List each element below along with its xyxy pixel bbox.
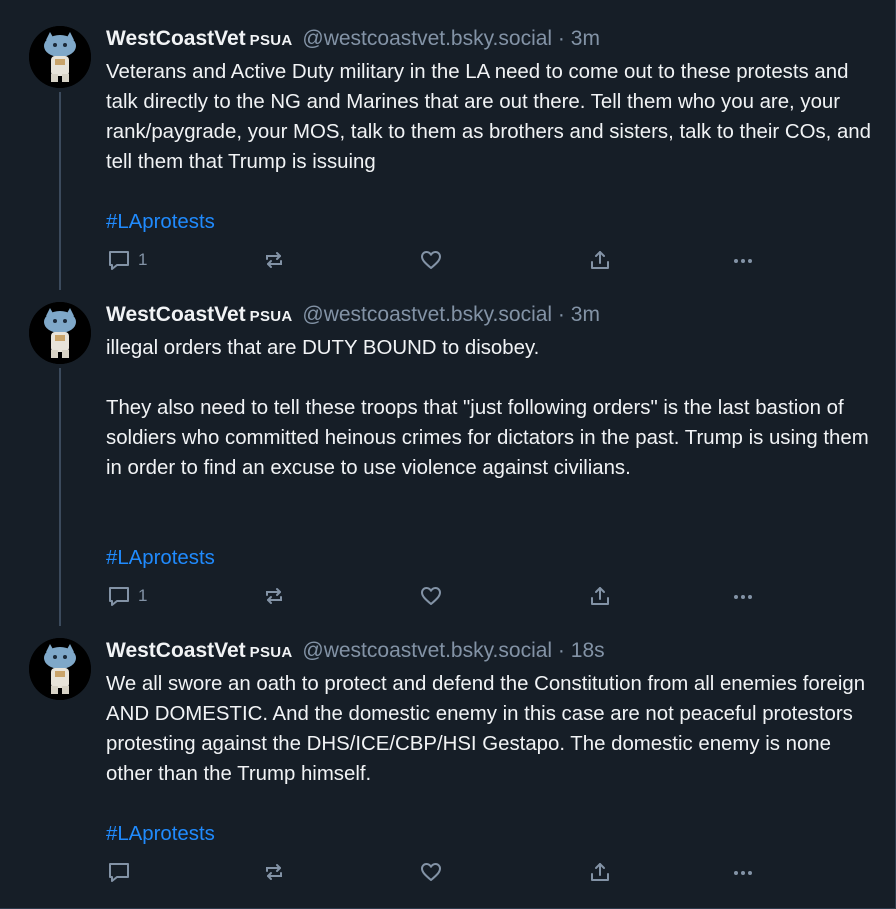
reply-button[interactable]: 1 (106, 583, 147, 609)
hashtag-link[interactable]: #LAprotests (106, 207, 215, 237)
reply-count: 1 (138, 586, 148, 605)
share-upload-icon (591, 863, 609, 881)
like-button[interactable] (418, 859, 444, 885)
reply-count: 1 (138, 250, 148, 269)
author-name[interactable]: WestCoastVet (106, 639, 246, 662)
author-badge: PSUA (249, 644, 293, 661)
action-bar: 1 (106, 247, 766, 273)
like-button[interactable] (418, 247, 444, 273)
author-badge: PSUA (249, 308, 293, 325)
more-button[interactable] (730, 859, 756, 885)
reply-bubble-icon (109, 251, 129, 270)
share-upload-icon (591, 251, 609, 269)
repost-arrows-icon (266, 864, 282, 880)
separator: · (557, 27, 565, 50)
avatar-image (29, 302, 91, 364)
action-bar: 1 (106, 583, 766, 609)
post-time[interactable]: 3m (571, 27, 600, 50)
more-dots-icon (734, 595, 752, 599)
reply-button[interactable] (106, 859, 138, 885)
repost-arrows-icon (266, 588, 282, 604)
thread-line (59, 92, 61, 290)
post-paragraph: Veterans and Active Duty military in the… (106, 61, 871, 173)
post-text: Veterans and Active Duty military in the… (106, 57, 881, 177)
more-dots-icon (734, 871, 752, 875)
post-text: illegal orders that are DUTY BOUND to di… (106, 333, 881, 483)
share-upload-icon (591, 587, 609, 605)
separator: · (557, 639, 565, 662)
heart-icon (421, 251, 441, 269)
avatar-image (29, 26, 91, 88)
post-time[interactable]: 18s (571, 639, 605, 662)
avatar[interactable] (29, 26, 91, 88)
post-thread: WestCoastVet PSUA @westcoastvet.bsky.soci… (0, 0, 896, 909)
post-header: WestCoastVet PSUA @westcoastvet.bsky.soci… (106, 638, 605, 666)
post-paragraph: We all swore an oath to protect and defe… (106, 673, 866, 785)
avatar[interactable] (29, 638, 91, 700)
reply-bubble-icon (109, 863, 129, 882)
avatar[interactable] (29, 302, 91, 364)
post-header: WestCoastVet PSUA @westcoastvet.bsky.soci… (106, 302, 600, 330)
more-dots-icon (734, 259, 752, 263)
post-paragraph: illegal orders that are DUTY BOUND to di… (106, 337, 540, 359)
heart-icon (421, 587, 441, 605)
more-button[interactable] (730, 583, 756, 609)
post-paragraph: They also need to tell these troops that… (106, 397, 869, 479)
hashtag-link[interactable]: #LAprotests (106, 819, 215, 849)
like-button[interactable] (418, 583, 444, 609)
repost-button[interactable] (261, 583, 287, 609)
more-button[interactable] (730, 247, 756, 273)
share-button[interactable] (587, 247, 613, 273)
share-button[interactable] (587, 859, 613, 885)
avatar-image (29, 638, 91, 700)
thread-line (59, 368, 61, 626)
hashtag-link[interactable]: #LAprotests (106, 543, 215, 573)
reply-bubble-icon (109, 587, 129, 606)
post-header: WestCoastVet PSUA @westcoastvet.bsky.soci… (106, 26, 600, 54)
share-button[interactable] (587, 583, 613, 609)
author-name[interactable]: WestCoastVet (106, 27, 246, 50)
author-handle[interactable]: @westcoastvet.bsky.social (302, 639, 552, 662)
repost-arrows-icon (266, 252, 282, 268)
action-bar (106, 859, 766, 885)
heart-icon (421, 863, 441, 881)
author-handle[interactable]: @westcoastvet.bsky.social (302, 27, 552, 50)
author-badge: PSUA (249, 32, 293, 49)
repost-button[interactable] (261, 859, 287, 885)
repost-button[interactable] (261, 247, 287, 273)
post-text: We all swore an oath to protect and defe… (106, 669, 881, 789)
post-time[interactable]: 3m (571, 303, 600, 326)
reply-button[interactable]: 1 (106, 247, 147, 273)
author-name[interactable]: WestCoastVet (106, 303, 246, 326)
separator: · (557, 303, 565, 326)
author-handle[interactable]: @westcoastvet.bsky.social (302, 303, 552, 326)
